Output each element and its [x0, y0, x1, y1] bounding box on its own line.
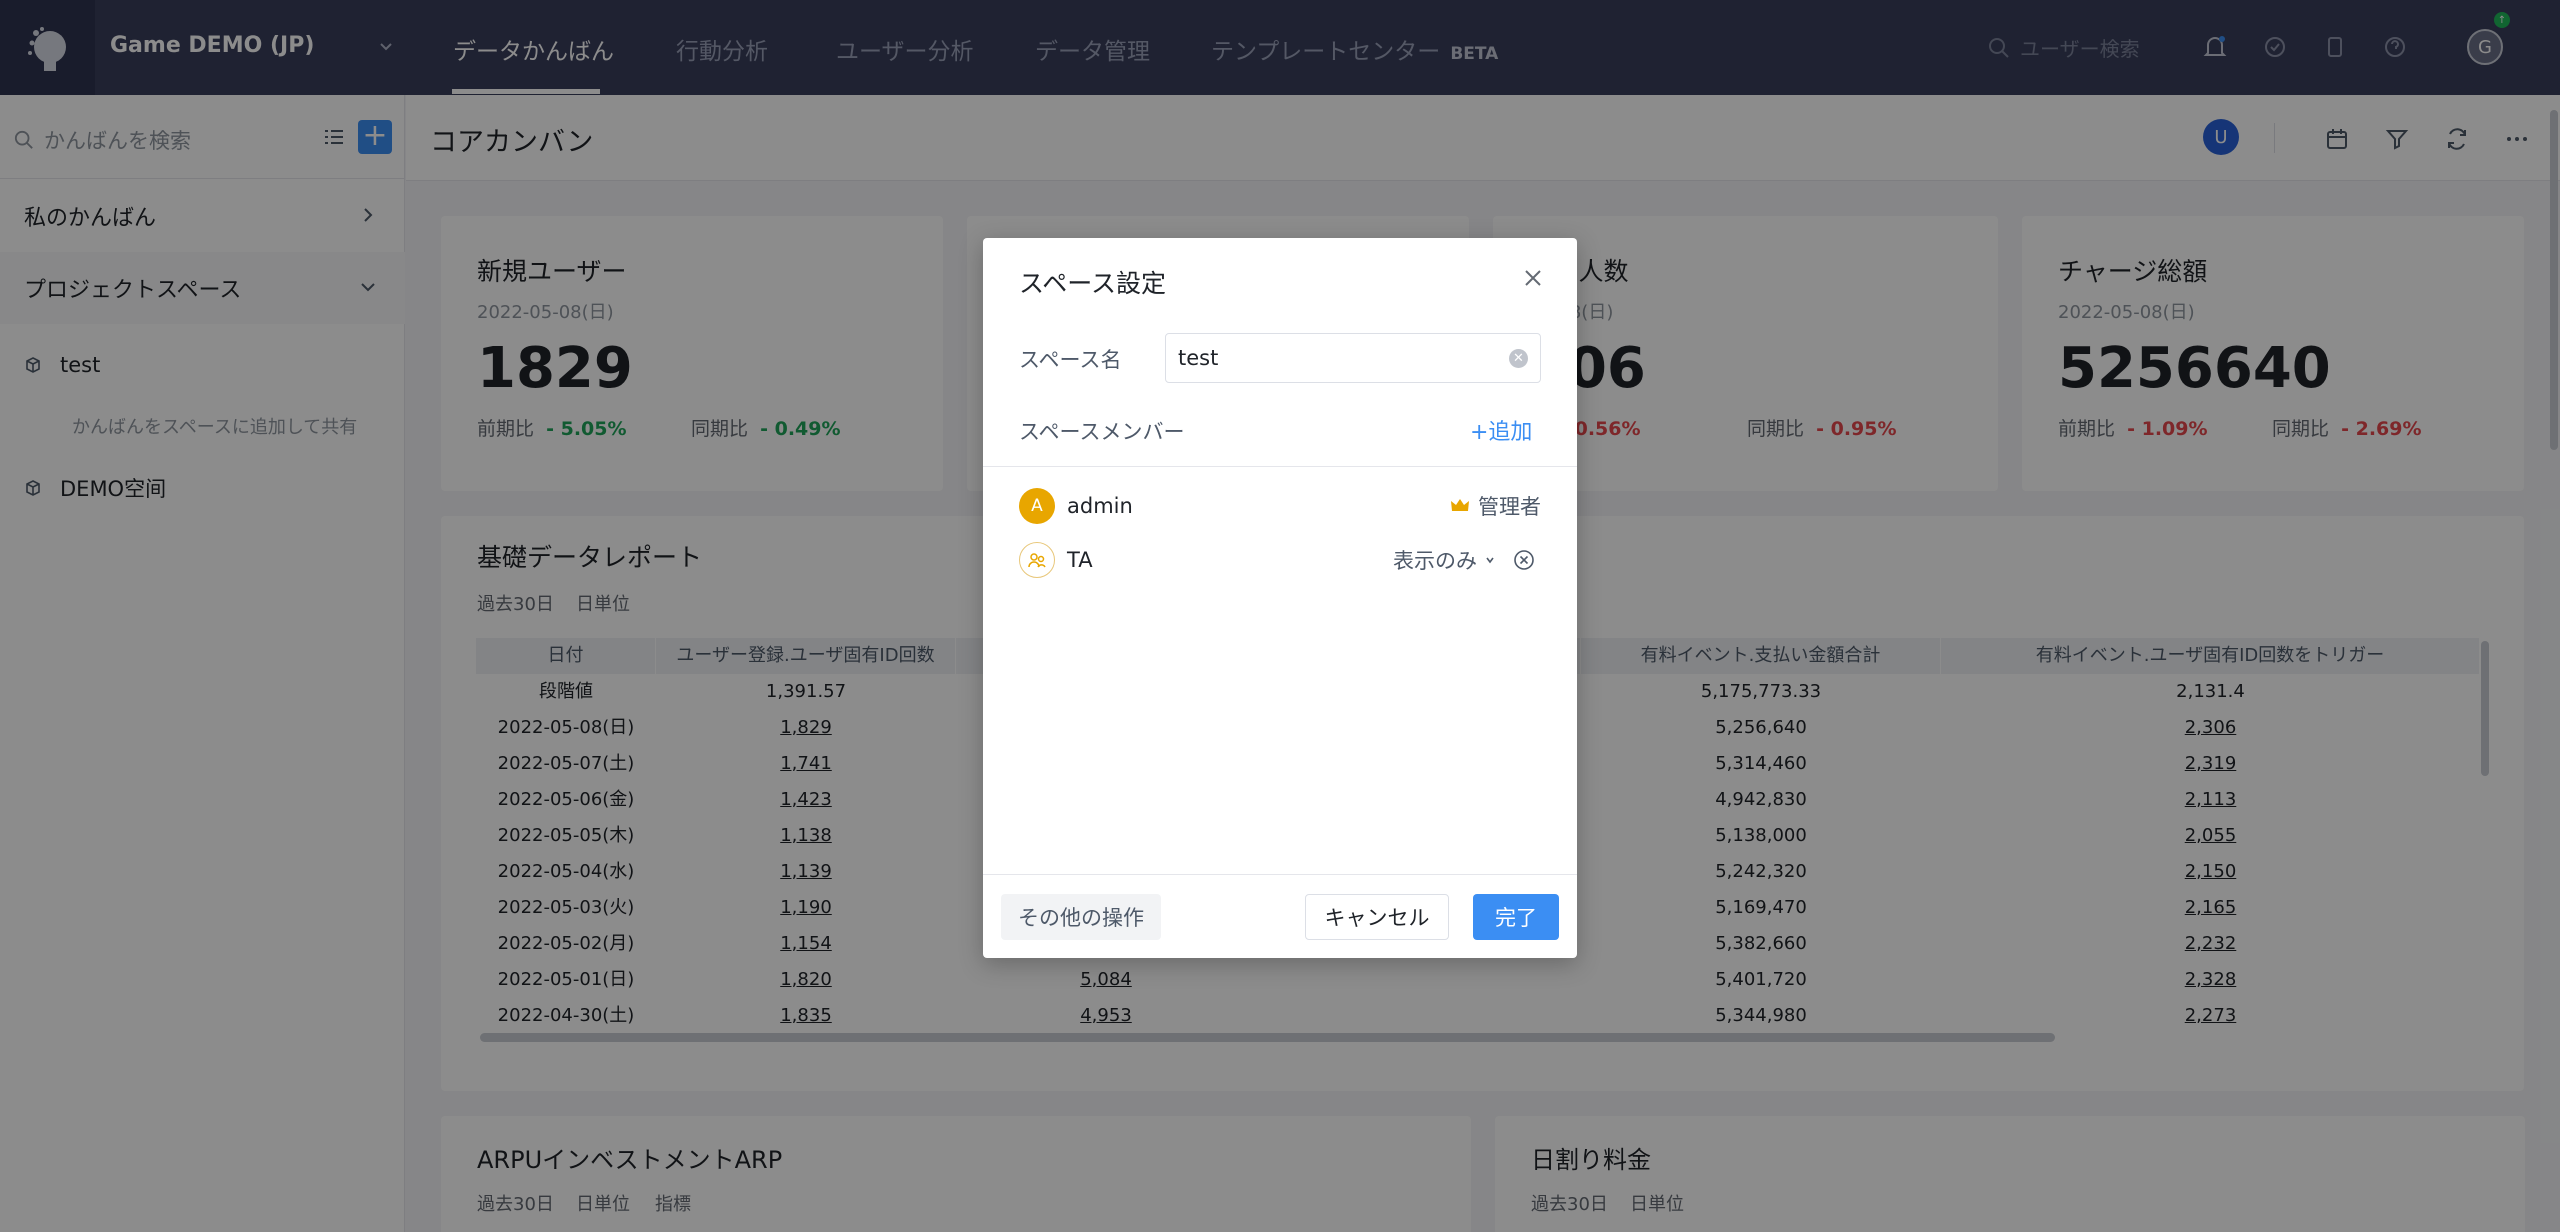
chevron-down-icon	[1486, 557, 1494, 564]
member-name: TA	[1067, 548, 1093, 572]
remove-member-icon[interactable]	[1513, 549, 1535, 571]
member-avatar: A	[1019, 488, 1055, 524]
space-members-label: スペースメンバー	[1019, 420, 1185, 444]
divider	[983, 466, 1577, 467]
member-role-label: 表示のみ	[1393, 549, 1477, 573]
clear-input-icon[interactable]: ✕	[1509, 349, 1528, 368]
crown-icon	[1451, 499, 1469, 511]
member-role: 管理者	[1450, 491, 1541, 521]
space-settings-modal: スペース設定 スペース名 ✕ スペースメンバー +追加 A admin 管理者 …	[983, 238, 1577, 958]
member-row-ta: TA 表示のみ	[1019, 540, 1541, 580]
member-row-admin: A admin 管理者	[1019, 486, 1541, 526]
group-avatar	[1019, 542, 1055, 578]
done-button[interactable]: 完了	[1473, 894, 1559, 940]
space-name-input[interactable]	[1165, 333, 1541, 383]
close-icon[interactable]	[1521, 266, 1545, 290]
member-role-label: 管理者	[1478, 495, 1541, 519]
group-icon	[1028, 553, 1046, 568]
member-name: admin	[1067, 494, 1133, 518]
more-actions-button[interactable]: その他の操作	[1001, 894, 1161, 940]
space-name-label: スペース名	[1019, 348, 1122, 372]
modal-title: スペース設定	[1019, 269, 1167, 298]
member-role-dropdown[interactable]: 表示のみ	[1393, 545, 1535, 575]
cancel-button[interactable]: キャンセル	[1305, 894, 1449, 940]
divider	[983, 874, 1577, 875]
add-member-button[interactable]: +追加	[1470, 414, 1532, 446]
